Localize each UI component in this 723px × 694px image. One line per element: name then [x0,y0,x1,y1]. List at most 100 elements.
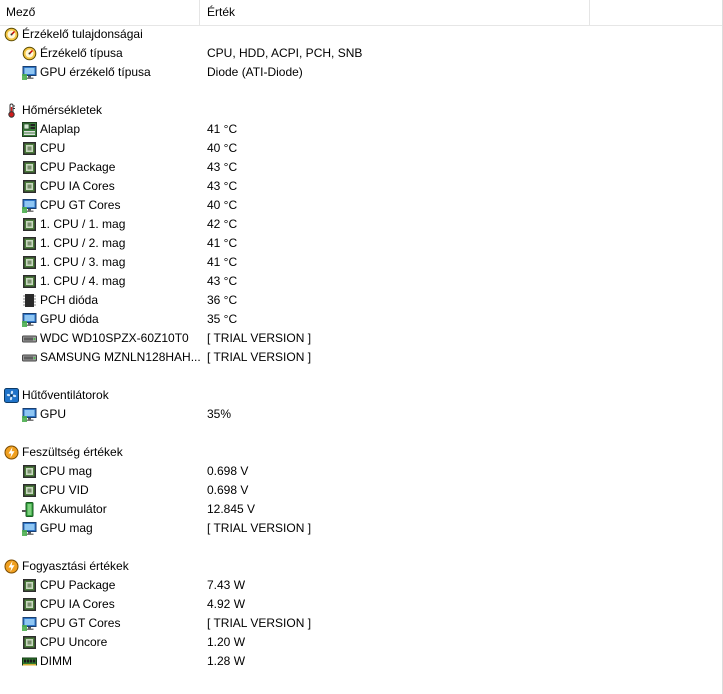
field-label: 1. CPU / 1. mag [40,217,126,231]
section-header-erzekelo-tulajdonsagai[interactable]: Érzékelő tulajdonságai [0,25,723,44]
column-header-value[interactable]: Érték [201,0,590,25]
field-cell: WDC WD10SPZX-60Z10T0 [22,329,189,348]
field-label: CPU Uncore [40,635,108,649]
table-row[interactable]: CPU IA Cores 4.92 W [0,595,723,614]
field-label: 1. CPU / 2. mag [40,236,126,250]
cpu-chip-icon [22,635,37,650]
cpu-chip-icon [22,179,37,194]
value-cell: 0.698 V [207,483,249,497]
field-cell: CPU Package [22,576,115,595]
gpu-monitor-icon [22,312,37,327]
section-header-hutoventilatorok[interactable]: Hűtőventilátorok [0,386,723,405]
value-cell: 42 °C [207,217,238,231]
field-cell: CPU IA Cores [22,595,115,614]
value-cell: 40 °C [207,141,238,155]
section-header-homersekletek[interactable]: Hőmérsékletek [0,101,723,120]
table-row[interactable]: SAMSUNG MZNLN128HAH... [ TRIAL VERSION ] [0,348,723,367]
table-row[interactable]: CPU Uncore 1.20 W [0,633,723,652]
field-cell: Alaplap [22,120,80,139]
section-title: Hűtőventilátorok [22,388,109,402]
section-header-feszultseg-ertekek[interactable]: Feszültség értékek [0,443,723,462]
table-row[interactable]: GPU érzékelő típusa Diode (ATI-Diode) [0,63,723,82]
table-row[interactable]: CPU Package 43 °C [0,158,723,177]
field-cell: GPU mag [22,519,93,538]
field-cell: 1. CPU / 4. mag [22,272,125,291]
section-title-cell: Érzékelő tulajdonságai [4,25,143,44]
value-cell: CPU, HDD, ACPI, PCH, SNB [207,46,363,60]
table-row[interactable]: CPU Package 7.43 W [0,576,723,595]
table-row[interactable]: CPU GT Cores [ TRIAL VERSION ] [0,614,723,633]
sensor-gauge-icon [22,46,37,61]
field-label: PCH dióda [40,293,99,307]
table-row[interactable]: CPU 40 °C [0,139,723,158]
value-cell: 43 °C [207,160,238,174]
gpu-monitor-icon [22,616,37,631]
fan-icon [4,388,19,403]
cpu-chip-icon [22,141,37,156]
field-label: Érzékelő típusa [40,46,123,60]
field-label: DIMM [40,654,72,668]
voltage-icon [4,559,19,574]
field-label: CPU GT Cores [40,616,121,630]
field-label: CPU GT Cores [40,198,121,212]
table-row[interactable]: DIMM 1.28 W [0,652,723,671]
value-cell: [ TRIAL VERSION ] [207,521,312,535]
table-row[interactable]: PCH dióda 36 °C [0,291,723,310]
field-label: Alaplap [40,122,81,136]
table-row[interactable]: Akkumulátor 12.845 V [0,500,723,519]
field-cell: CPU VID [22,481,89,500]
table-row[interactable]: 1. CPU / 3. mag 41 °C [0,253,723,272]
table-row[interactable]: Alaplap 41 °C [0,120,723,139]
table-row[interactable]: GPU dióda 35 °C [0,310,723,329]
table-row[interactable]: Érzékelő típusa CPU, HDD, ACPI, PCH, SNB [0,44,723,63]
cpu-chip-icon [22,255,37,270]
field-label: CPU IA Cores [40,179,115,193]
value-cell: 41 °C [207,236,238,250]
section-title: Feszültség értékek [22,445,123,459]
value-cell: [ TRIAL VERSION ] [207,331,312,345]
field-label: CPU [40,141,66,155]
table-row[interactable]: 1. CPU / 4. mag 43 °C [0,272,723,291]
field-cell: Akkumulátor [22,500,107,519]
table-row[interactable]: GPU mag [ TRIAL VERSION ] [0,519,723,538]
cpu-chip-icon [22,597,37,612]
table-row[interactable]: GPU 35% [0,405,723,424]
table-row[interactable]: CPU GT Cores 40 °C [0,196,723,215]
section-header-fogyasztasi-ertekek[interactable]: Fogyasztási értékek [0,557,723,576]
table-row[interactable]: 1. CPU / 2. mag 41 °C [0,234,723,253]
table-row[interactable]: CPU mag 0.698 V [0,462,723,481]
table-row[interactable]: 1. CPU / 1. mag 42 °C [0,215,723,234]
cpu-chip-icon [22,160,37,175]
field-label: 1. CPU / 3. mag [40,255,126,269]
field-label: WDC WD10SPZX-60Z10T0 [40,331,189,345]
column-header-field[interactable]: Mező [0,0,200,25]
table-row[interactable]: CPU VID 0.698 V [0,481,723,500]
field-label: GPU dióda [40,312,99,326]
value-cell: 4.92 W [207,597,246,611]
value-cell: 1.28 W [207,654,246,668]
section-title-cell: Feszültség értékek [4,443,123,462]
hard-drive-icon [22,350,37,365]
column-header: Mező Érték [0,0,723,26]
field-label: SAMSUNG MZNLN128HAH... [40,350,201,364]
gpu-monitor-icon [22,521,37,536]
field-label: CPU VID [40,483,89,497]
cpu-chip-icon [22,236,37,251]
field-label: CPU Package [40,578,116,592]
field-label: 1. CPU / 4. mag [40,274,126,288]
field-cell: CPU GT Cores [22,196,120,215]
field-label: CPU mag [40,464,93,478]
value-cell: 40 °C [207,198,238,212]
value-cell: 7.43 W [207,578,246,592]
field-cell: GPU [22,405,66,424]
value-cell: 43 °C [207,274,238,288]
table-row[interactable]: CPU IA Cores 43 °C [0,177,723,196]
field-cell: CPU Package [22,158,115,177]
value-cell: 36 °C [207,293,238,307]
table-row[interactable]: WDC WD10SPZX-60Z10T0 [ TRIAL VERSION ] [0,329,723,348]
memory-module-icon [22,654,37,669]
field-cell: 1. CPU / 1. mag [22,215,125,234]
field-cell: GPU érzékelő típusa [22,63,151,82]
field-label: Akkumulátor [40,502,107,516]
field-cell: GPU dióda [22,310,99,329]
